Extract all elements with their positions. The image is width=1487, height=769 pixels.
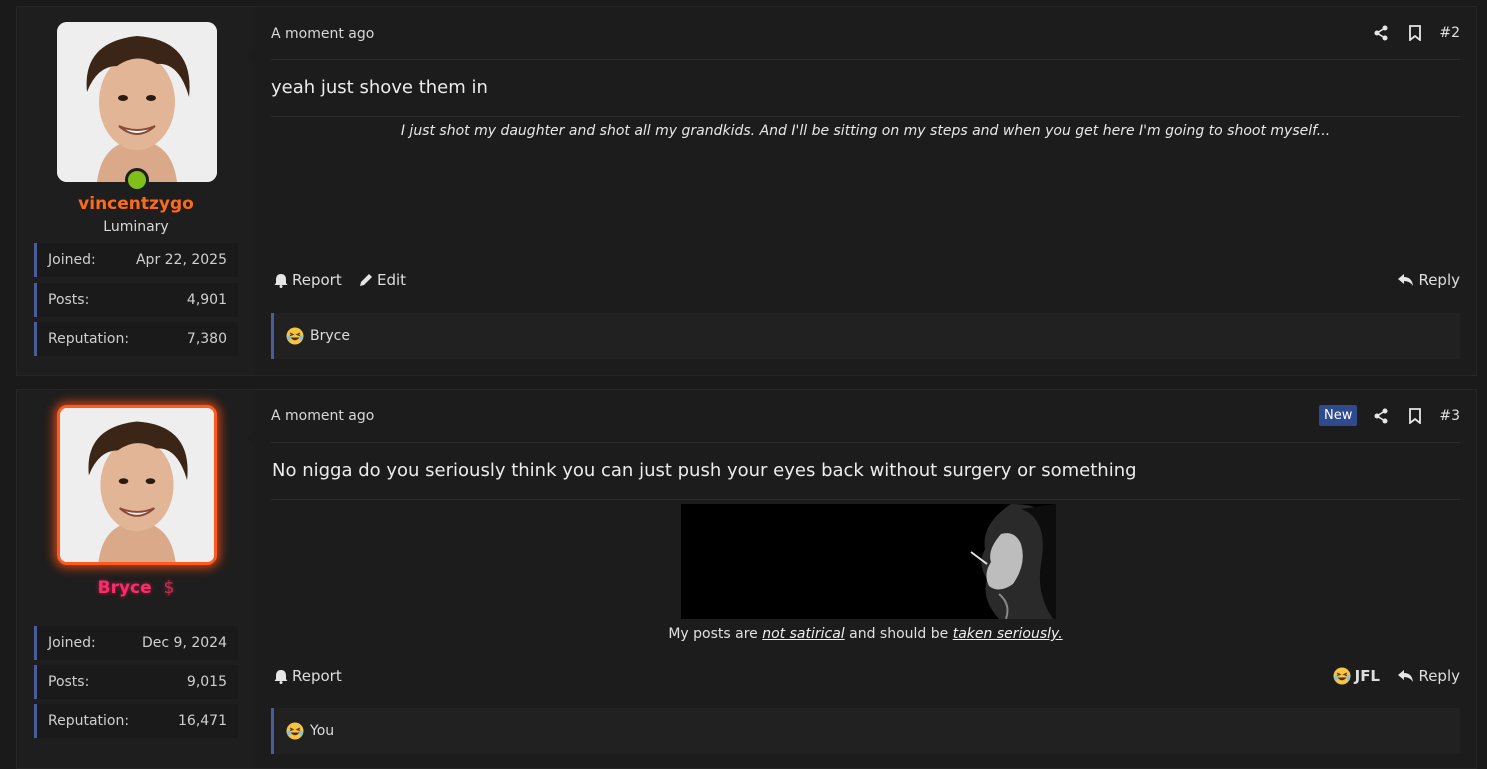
stat-value: Dec 9, 2024 — [142, 635, 227, 651]
new-badge: New — [1319, 405, 1358, 426]
stat-reputation: Reputation: 16,471 — [34, 704, 238, 738]
stat-posts: Posts: 9,015 — [34, 665, 238, 699]
post-number[interactable]: #2 — [1439, 25, 1460, 41]
dollar-icon: $ — [163, 578, 175, 598]
username-text: Bryce — [97, 578, 152, 598]
stat-label: Posts: — [48, 292, 90, 308]
reactions-bar[interactable]: You — [271, 708, 1460, 754]
stat-label: Joined: — [48, 635, 96, 651]
post: vincentzygo Luminary Joined: Apr 22, 202… — [16, 6, 1477, 376]
message-panel: A moment ago New #3 No nigga do you seri… — [255, 390, 1476, 768]
smoking-woman-illustration — [681, 504, 1056, 619]
reply-label: Reply — [1418, 271, 1460, 289]
laughing-emoji-icon — [286, 327, 304, 345]
reaction-users[interactable]: Bryce — [310, 328, 350, 344]
stat-label: Joined: — [48, 252, 96, 268]
reply-label: Reply — [1418, 667, 1460, 685]
username[interactable]: vincentzygo — [17, 194, 255, 214]
pencil-icon — [360, 274, 372, 286]
bell-icon — [274, 273, 288, 288]
taken-seriously-link[interactable]: taken seriously. — [953, 626, 1063, 642]
user-info-panel: vincentzygo Luminary Joined: Apr 22, 202… — [17, 7, 256, 375]
message-panel: A moment ago #2 yeah just shove them in … — [255, 7, 1476, 375]
stat-value: 9,015 — [186, 674, 227, 690]
not-satirical-link[interactable]: not satirical — [762, 626, 844, 642]
signature-quote: I just shot my daughter and shot all my … — [400, 123, 1331, 139]
post-header-actions: #2 — [1357, 23, 1460, 43]
stat-posts: Posts: 4,901 — [34, 283, 238, 317]
stat-value: Apr 22, 2025 — [135, 252, 227, 268]
report-label: Report — [292, 271, 342, 289]
edit-button[interactable]: Edit — [359, 271, 406, 289]
bookmark-icon[interactable] — [1405, 406, 1425, 426]
stat-joined: Joined: Apr 22, 2025 — [34, 243, 238, 277]
avatar-face-image — [57, 22, 217, 182]
post: Bryce $ Joined: Dec 9, 2024 Posts: 9,015… — [16, 389, 1477, 769]
user-info-panel: Bryce $ Joined: Dec 9, 2024 Posts: 9,015… — [17, 390, 256, 768]
signature-prefix: My posts are — [668, 626, 763, 642]
avatar[interactable] — [57, 405, 217, 565]
stat-label: Reputation: — [48, 331, 130, 347]
post-timestamp[interactable]: A moment ago — [271, 26, 374, 42]
avatar[interactable] — [57, 22, 217, 182]
reactions-bar[interactable]: Bryce — [271, 313, 1460, 359]
stat-label: Reputation: — [48, 713, 130, 729]
stat-value: 7,380 — [186, 331, 227, 347]
edit-label: Edit — [377, 271, 407, 289]
bookmark-icon[interactable] — [1405, 23, 1425, 43]
stat-label: Posts: — [48, 674, 90, 690]
post-header-actions: New #3 — [1319, 405, 1460, 426]
user-title: Luminary — [103, 219, 169, 235]
stat-reputation: Reputation: 7,380 — [34, 322, 238, 356]
signature-middle: and should be — [844, 626, 953, 642]
stat-value: 16,471 — [178, 713, 227, 729]
reply-icon — [1398, 274, 1414, 286]
avatar-face-image — [60, 408, 214, 562]
report-label: Report — [292, 667, 342, 685]
username[interactable]: Bryce $ — [17, 578, 255, 598]
online-status-icon — [125, 168, 149, 192]
reply-button[interactable]: Reply — [1397, 271, 1460, 289]
post-timestamp[interactable]: A moment ago — [271, 408, 374, 424]
jfl-reaction-button[interactable]: JFL — [1333, 667, 1380, 685]
reaction-users[interactable]: You — [310, 723, 334, 739]
bell-icon — [274, 669, 288, 684]
report-button[interactable]: Report — [274, 667, 342, 685]
divider — [271, 116, 1460, 117]
stat-joined: Joined: Dec 9, 2024 — [34, 626, 238, 660]
reply-icon — [1398, 670, 1414, 682]
signature-image — [681, 504, 1056, 619]
laughing-emoji-icon — [286, 722, 304, 740]
signature-text: My posts are not satirical and should be… — [255, 626, 1476, 642]
share-icon[interactable] — [1371, 23, 1391, 43]
report-button[interactable]: Report — [274, 271, 342, 289]
stat-value: 4,901 — [186, 292, 227, 308]
jfl-label: JFL — [1354, 667, 1380, 685]
divider — [271, 499, 1460, 500]
post-body: No nigga do you seriously think you can … — [272, 460, 1137, 481]
divider — [271, 442, 1460, 443]
laughing-emoji-icon — [1333, 667, 1351, 685]
share-icon[interactable] — [1371, 406, 1391, 426]
divider — [271, 59, 1460, 60]
reply-button[interactable]: Reply — [1397, 667, 1460, 685]
post-number[interactable]: #3 — [1439, 408, 1460, 424]
post-body: yeah just shove them in — [271, 77, 488, 98]
